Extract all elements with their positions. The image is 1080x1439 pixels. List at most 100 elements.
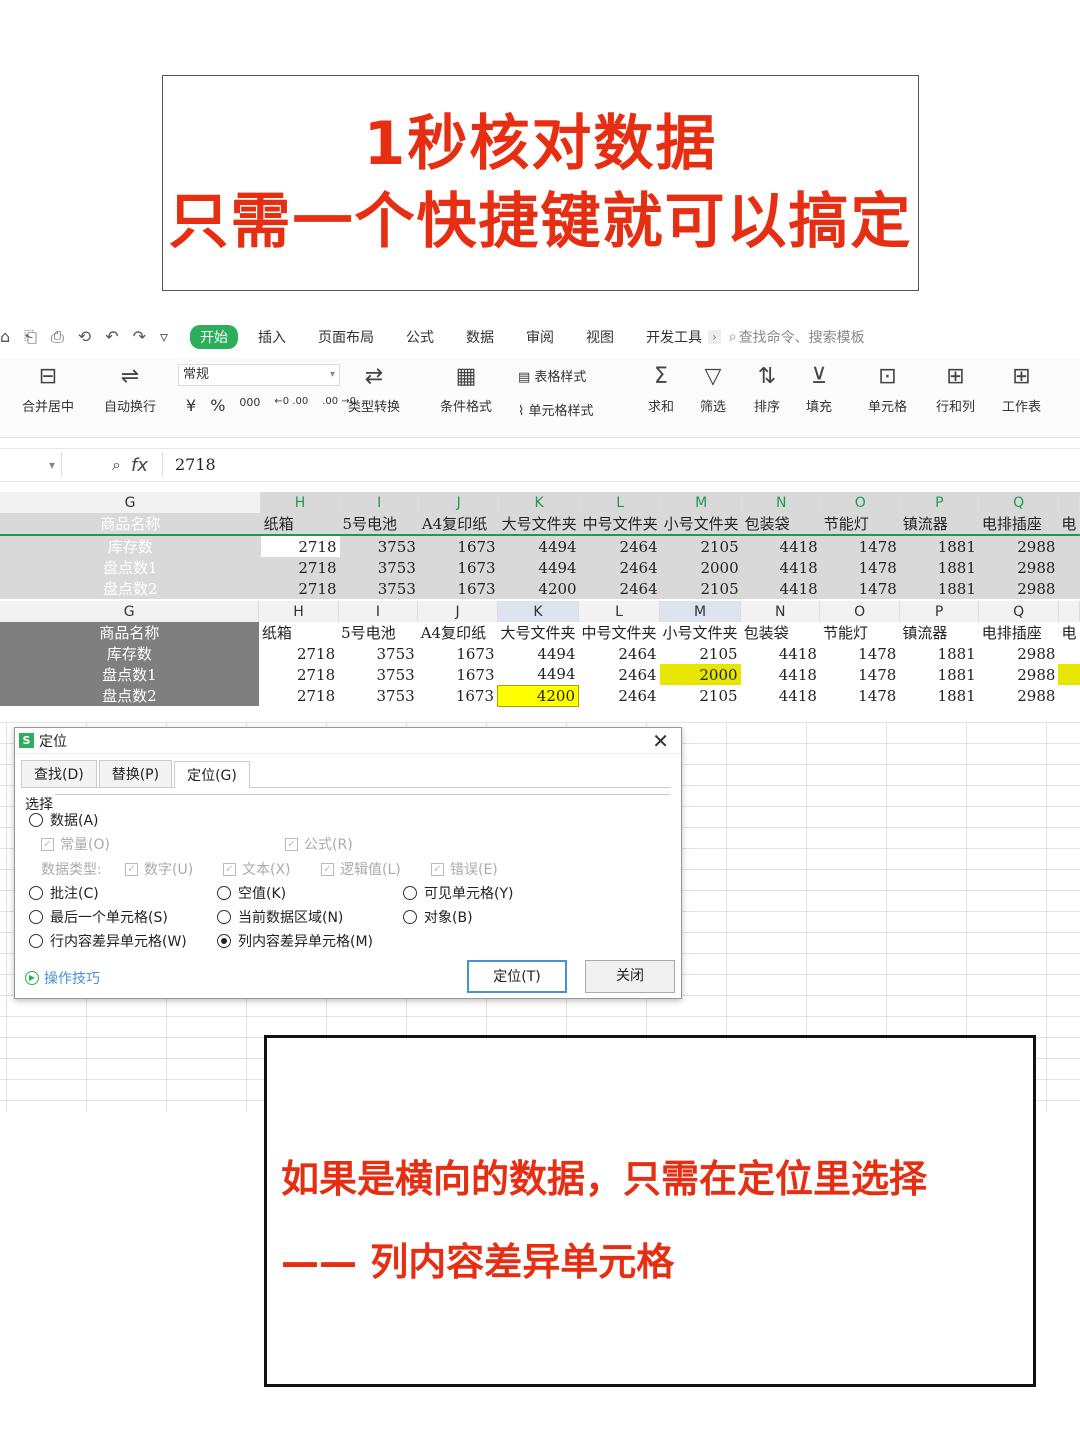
data-cell[interactable]: 2000 — [660, 557, 742, 578]
header-cell[interactable]: 电排插座 — [979, 622, 1059, 643]
header-cell[interactable]: 大号文件夹 — [498, 513, 580, 535]
data-cell[interactable]: 3753 — [339, 535, 419, 557]
header-cell[interactable]: 纸箱 — [259, 622, 338, 643]
type-convert-button[interactable]: ⇄ 类型转换 — [348, 362, 400, 415]
tab-goto[interactable]: 定位(G) — [174, 761, 250, 788]
sort-button[interactable]: ⇅ 排序 — [754, 362, 780, 415]
data-cell[interactable]: 2718 — [260, 578, 340, 599]
data-cell[interactable]: 4494 — [498, 557, 580, 578]
tab-insert[interactable]: 插入 — [258, 327, 286, 347]
command-search[interactable]: 查找命令、搜索模板 — [739, 327, 865, 347]
data-cell[interactable]: 2105 — [660, 578, 742, 599]
fill-button[interactable]: ⊻ 填充 — [806, 362, 832, 415]
column-header[interactable]: G — [0, 492, 262, 513]
zoom-formula-icon[interactable]: ⌕ — [112, 455, 121, 475]
column-header[interactable]: P — [899, 492, 980, 513]
sum-button[interactable]: Σ 求和 — [648, 362, 674, 415]
tab-view[interactable]: 视图 — [586, 327, 614, 347]
data-cell[interactable]: 2718 — [259, 685, 338, 706]
data-cell[interactable]: 2464 — [579, 578, 661, 599]
difference-cell[interactable]: 4200 — [497, 684, 580, 707]
header-cell[interactable]: 镇流器 — [899, 622, 978, 643]
customize-icon[interactable]: ▿ — [160, 327, 168, 347]
data-cell[interactable]: 1881 — [899, 685, 978, 706]
column-header[interactable]: L — [578, 601, 661, 622]
cell-button[interactable]: ⊡ 单元格 — [868, 362, 907, 415]
data-cell[interactable]: 2464 — [579, 535, 661, 557]
tab-review[interactable]: 审阅 — [526, 327, 554, 347]
close-icon[interactable]: ✕ — [652, 729, 669, 753]
filter-button[interactable]: ▽ 筛选 — [700, 362, 726, 415]
header-cell[interactable]: 包装袋 — [741, 622, 820, 643]
data-cell[interactable]: 4200 — [498, 578, 580, 599]
data-cell[interactable]: 1478 — [820, 578, 900, 599]
header-cell[interactable]: 节能灯 — [820, 513, 900, 535]
data-cell[interactable]: 1673 — [418, 685, 498, 706]
undo-icon[interactable]: ↶ — [105, 327, 118, 347]
row-col-button[interactable]: ⊞ 行和列 — [936, 362, 975, 415]
option-logical[interactable]: ✓ 逻辑值(L) — [321, 859, 401, 879]
column-header[interactable]: Q — [978, 492, 1059, 513]
column-header[interactable]: L — [579, 492, 662, 513]
tab-data[interactable]: 数据 — [466, 327, 494, 347]
data-cell[interactable]: 1478 — [820, 685, 899, 706]
column-header[interactable]: M — [660, 492, 743, 513]
header-cell[interactable]: 5号电池 — [339, 513, 419, 535]
column-header[interactable]: K — [497, 601, 580, 622]
data-cell[interactable]: 4418 — [741, 578, 821, 599]
option-comment[interactable]: 批注(C) — [29, 883, 99, 903]
row-label[interactable]: 库存数 — [0, 535, 261, 557]
data-cell[interactable]: 3753 — [338, 664, 418, 685]
data-cell[interactable]: 1478 — [820, 535, 900, 557]
option-text[interactable]: ✓ 文本(X) — [223, 859, 291, 879]
column-header[interactable]: G — [0, 601, 260, 622]
header-cell[interactable]: 中号文件夹 — [579, 622, 660, 643]
tab-page-layout[interactable]: 页面布局 — [318, 327, 374, 347]
header-cell[interactable]: 大号文件夹 — [498, 622, 579, 643]
data-cell[interactable]: 1881 — [899, 557, 979, 578]
data-cell[interactable]: 2988 — [979, 643, 1059, 664]
data-cell[interactable]: 3753 — [339, 578, 419, 599]
data-cell[interactable]: 1881 — [899, 643, 978, 664]
header-cell[interactable]: 商品名称 — [0, 622, 259, 643]
column-header[interactable]: M — [659, 601, 742, 622]
print-icon[interactable]: ⎙ — [51, 327, 64, 347]
data-cell[interactable]: 2718 — [259, 664, 338, 685]
option-visible[interactable]: 可见单元格(Y) — [403, 883, 513, 903]
data-cell[interactable]: 2988 — [978, 535, 1059, 557]
preview-icon[interactable]: ⟲ — [78, 327, 91, 347]
tab-find[interactable]: 查找(D) — [21, 760, 97, 787]
data-cell[interactable]: 1478 — [820, 664, 899, 685]
data-cell[interactable]: 4418 — [741, 643, 820, 664]
data-cell[interactable]: 2988 — [978, 578, 1059, 599]
table-style-button[interactable]: ▤ 表格样式 — [518, 366, 586, 385]
tips-link[interactable]: ▶ 操作技巧 — [25, 968, 100, 988]
data-cell[interactable]: 4418 — [741, 535, 821, 557]
data-cell[interactable]: 1881 — [899, 578, 979, 599]
tab-developer[interactable]: 开发工具 — [646, 327, 702, 347]
column-header[interactable]: J — [417, 601, 499, 622]
data-cell[interactable]: 1478 — [820, 643, 899, 664]
column-header[interactable]: N — [741, 492, 822, 513]
header-cell[interactable]: A4复印纸 — [418, 513, 499, 535]
header-cell[interactable]: 5号电池 — [338, 622, 418, 643]
option-number[interactable]: ✓ 数字(U) — [125, 859, 193, 879]
thousands-button[interactable]: 000 — [239, 396, 260, 415]
option-object[interactable]: 对象(B) — [403, 907, 473, 927]
search-icon[interactable]: ⌕ — [729, 329, 737, 345]
option-last-cell[interactable]: 最后一个单元格(S) — [29, 907, 168, 927]
increase-decimal-button[interactable]: ←0 .00 — [274, 396, 308, 415]
header-cell[interactable]: 包装袋 — [741, 513, 821, 535]
tab-home[interactable]: 开始 — [190, 325, 238, 349]
tab-replace[interactable]: 替换(P) — [98, 760, 173, 787]
header-cell[interactable]: 商品名称 — [0, 513, 261, 535]
data-cell[interactable]: 2464 — [579, 664, 660, 685]
worksheet-button[interactable]: ⊞ 工作表 — [1002, 362, 1041, 415]
column-header[interactable]: I — [338, 601, 419, 622]
data-cell[interactable]: 2988 — [979, 664, 1059, 685]
data-cell[interactable]: 1673 — [418, 664, 498, 685]
option-formula[interactable]: ✓ 公式(R) — [285, 834, 353, 854]
header-cell[interactable]: 小号文件夹 — [660, 513, 742, 535]
data-cell[interactable]: 4494 — [498, 664, 579, 685]
data-cell[interactable]: 1673 — [418, 643, 498, 664]
